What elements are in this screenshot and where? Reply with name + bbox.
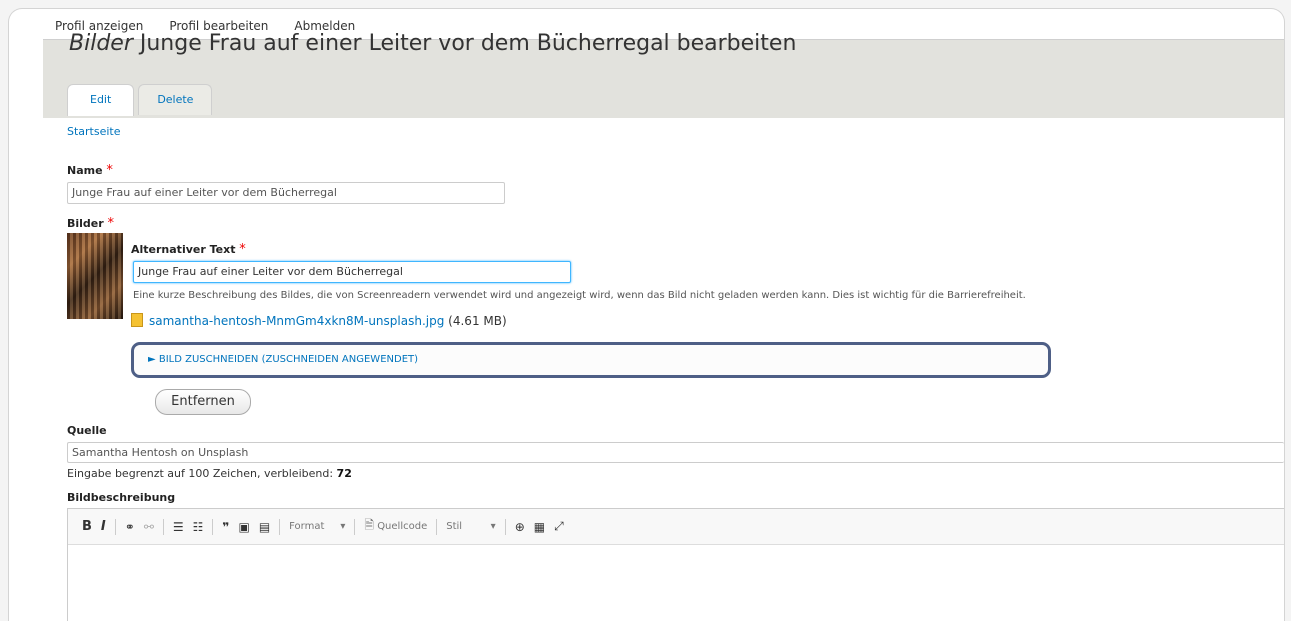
required-mark: * (107, 216, 115, 231)
style-dropdown[interactable]: Stil ▾ (446, 521, 495, 532)
rich-text-editor: B I ⚭ ⚯ ☰ ☷ ❞ ▣ ▤ Format ▾ 🗎 Quellcode S… (67, 508, 1284, 621)
language-icon[interactable]: ⊕ (515, 520, 525, 534)
browser-frame: Profil anzeigen Profil bearbeiten Abmeld… (8, 8, 1285, 621)
format-dropdown[interactable]: Format ▾ (289, 521, 345, 532)
unlink-icon[interactable]: ⚯ (144, 520, 154, 534)
numbered-list-icon[interactable]: ☷ (193, 520, 204, 534)
table-icon[interactable]: ▦ (534, 520, 545, 534)
toolbar-separator (279, 518, 281, 535)
name-label-text: Name (67, 164, 103, 177)
source-button-label: Quellcode (377, 521, 428, 532)
caret-down-icon: ▾ (490, 521, 496, 532)
caret-down-icon: ▾ (340, 521, 346, 532)
quelle-input[interactable]: Samantha Hentosh on Unsplash (67, 442, 1284, 463)
toolbar-separator (212, 518, 214, 535)
quelle-label: Quelle (67, 424, 107, 437)
alt-text-label-text: Alternativer Text (131, 243, 236, 256)
tab-delete[interactable]: Delete (138, 84, 213, 115)
crop-image-details[interactable]: ► BILD ZUSCHNEIDEN (ZUSCHNEIDEN ANGEWEND… (131, 342, 1051, 378)
bilder-label-text: Bilder (67, 217, 104, 230)
image-thumbnail (67, 233, 123, 319)
toolbar-separator (436, 518, 438, 535)
source-icon: 🗎 (364, 518, 374, 532)
link-icon[interactable]: ⚭ (125, 520, 135, 534)
bulleted-list-icon[interactable]: ☰ (173, 520, 184, 534)
character-counter: Eingabe begrenzt auf 100 Zeichen, verble… (67, 467, 352, 480)
maximize-icon[interactable]: ⤢ (554, 519, 564, 534)
toolbar-separator (114, 518, 116, 535)
required-mark: * (239, 242, 246, 257)
page-header: Bilder Junge Frau auf einer Leiter vor d… (43, 31, 1284, 118)
insert-media-icon[interactable]: ▣ (238, 520, 249, 534)
alt-text-label: Alternativer Text * (131, 242, 246, 257)
format-dropdown-label: Format (289, 521, 325, 532)
file-size: (4.61 MB) (448, 314, 507, 328)
toolbar-separator (162, 518, 164, 535)
remove-button[interactable]: Entfernen (155, 389, 251, 415)
alt-text-help: Eine kurze Beschreibung des Bildes, die … (133, 290, 1026, 301)
crop-image-summary[interactable]: ► BILD ZUSCHNEIDEN (ZUSCHNEIDEN ANGEWEND… (148, 354, 418, 365)
editor-toolbar: B I ⚭ ⚯ ☰ ☷ ❞ ▣ ▤ Format ▾ 🗎 Quellcode S… (68, 509, 1284, 545)
page-title-text: Junge Frau auf einer Leiter vor dem Büch… (132, 31, 797, 56)
source-button[interactable]: 🗎 Quellcode (364, 516, 427, 537)
page-title-prefix: Bilder (69, 31, 133, 56)
counter-value: 72 (336, 467, 352, 480)
breadcrumb[interactable]: Startseite (67, 125, 121, 138)
name-input[interactable]: Junge Frau auf einer Leiter vor dem Büch… (67, 182, 505, 204)
italic-button[interactable]: I (101, 519, 106, 534)
counter-text: Eingabe begrenzt auf 100 Zeichen, verble… (67, 467, 337, 480)
toolbar-separator (504, 518, 506, 535)
image-file-icon (131, 313, 143, 327)
page-title: Bilder Junge Frau auf einer Leiter vor d… (69, 30, 796, 58)
insert-image-icon[interactable]: ▤ (259, 520, 270, 534)
blockquote-icon[interactable]: ❞ (222, 520, 229, 534)
bilder-label: Bilder * (67, 216, 114, 231)
required-mark: * (106, 163, 113, 178)
editor-body[interactable] (68, 545, 1284, 621)
tab-edit[interactable]: Edit (67, 84, 135, 116)
toolbar-separator (354, 518, 356, 535)
alt-text-input[interactable]: Junge Frau auf einer Leiter vor dem Büch… (133, 261, 571, 283)
name-label: Name * (67, 163, 113, 178)
bildbeschreibung-label: Bildbeschreibung (67, 491, 176, 504)
tabs: Edit Delete (67, 84, 213, 116)
style-dropdown-label: Stil (446, 521, 463, 532)
file-link[interactable]: samantha-hentosh-MnmGm4xkn8M-unsplash.jp… (131, 313, 507, 328)
file-name[interactable]: samantha-hentosh-MnmGm4xkn8M-unsplash.jp… (149, 314, 444, 328)
bold-button[interactable]: B (82, 519, 92, 534)
